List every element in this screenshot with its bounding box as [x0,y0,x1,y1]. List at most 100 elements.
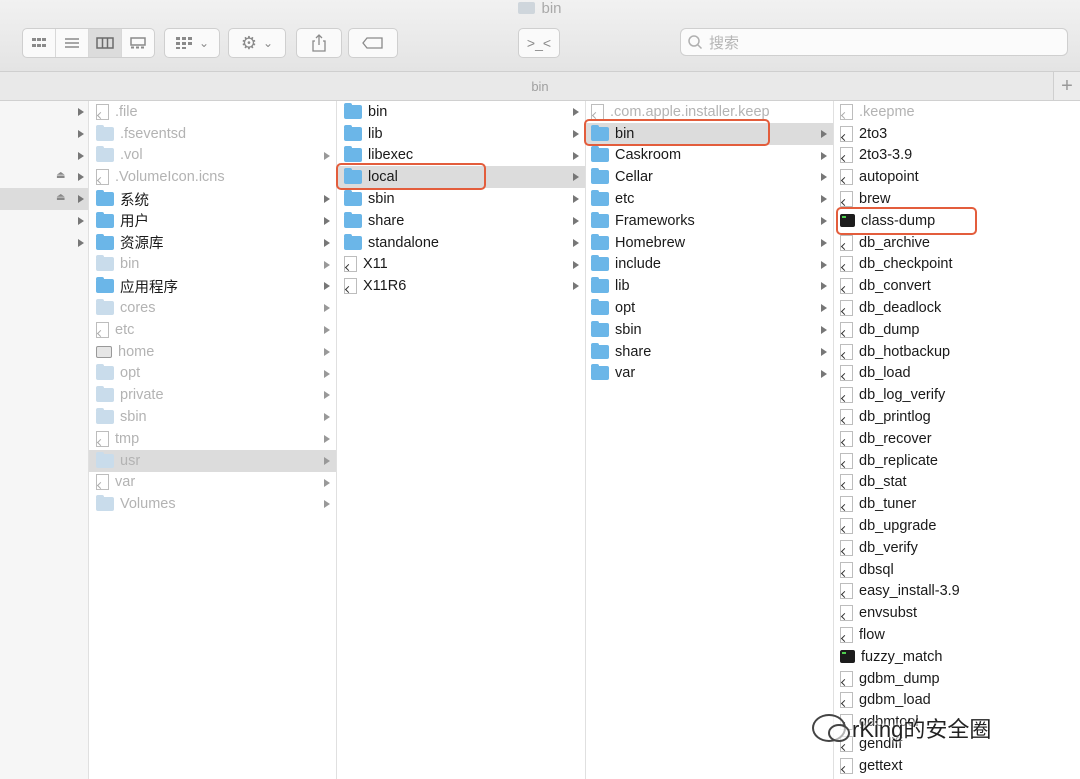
list-item[interactable]: X11 [337,254,585,276]
list-item[interactable]: .file [89,101,336,123]
search-field[interactable]: 搜索 [680,28,1068,56]
list-item[interactable]: db_log_verify [834,384,1080,406]
list-item[interactable]: var [586,363,833,385]
list-item[interactable]: Homebrew [586,232,833,254]
list-item[interactable]: var [89,472,336,494]
list-item[interactable]: gdbm_dump [834,668,1080,690]
list-item[interactable]: db_stat [834,472,1080,494]
column-view-icon[interactable] [89,29,122,57]
list-item[interactable]: db_upgrade [834,515,1080,537]
list-item[interactable]: libexec [337,145,585,167]
list-item[interactable]: sbin [586,319,833,341]
list-item[interactable]: Volumes [89,493,336,515]
disclosure-arrow-icon [78,217,84,225]
list-item[interactable]: db_archive [834,232,1080,254]
list-item[interactable]: flow [834,624,1080,646]
list-item[interactable]: db_replicate [834,450,1080,472]
list-item[interactable]: 系统 [89,188,336,210]
list-item[interactable]: easy_install-3.9 [834,581,1080,603]
list-item[interactable]: Frameworks [586,210,833,232]
eject-icon[interactable]: ⏏ [56,193,66,203]
list-item[interactable]: 2to3-3.9 [834,145,1080,167]
list-item[interactable]: autopoint [834,166,1080,188]
disclosure-arrow-icon [324,151,330,160]
list-item[interactable]: .keepme [834,101,1080,123]
alias-file-icon [96,321,109,338]
list-item[interactable]: tmp [89,428,336,450]
list-item[interactable]: db_convert [834,275,1080,297]
list-item[interactable]: db_recover [834,428,1080,450]
list-item[interactable]: bin [337,101,585,123]
share-button[interactable] [296,28,342,58]
list-item[interactable]: .vol [89,145,336,167]
list-item[interactable]: X11R6 [337,275,585,297]
sidebar-row[interactable] [0,145,88,167]
list-view-icon[interactable] [56,29,89,57]
disclosure-arrow-icon [324,478,330,487]
list-item[interactable]: share [586,341,833,363]
list-item[interactable]: db_load [834,363,1080,385]
disclosure-arrow-icon [821,216,827,225]
list-item[interactable]: home [89,341,336,363]
action-button[interactable]: ⚙ ⌄ [228,28,286,58]
list-item[interactable]: 2to3 [834,123,1080,145]
sidebar-row[interactable] [0,232,88,254]
list-item[interactable]: db_dump [834,319,1080,341]
list-item[interactable]: db_verify [834,537,1080,559]
sidebar-row[interactable] [0,101,88,123]
list-item[interactable]: db_printlog [834,406,1080,428]
list-item[interactable]: private [89,384,336,406]
list-item[interactable]: sbin [337,188,585,210]
list-item[interactable]: include [586,254,833,276]
list-item[interactable]: share [337,210,585,232]
sidebar-row[interactable]: ⏏ [0,166,88,188]
list-item[interactable]: db_hotbackup [834,341,1080,363]
disclosure-arrow-icon [324,369,330,378]
group-button[interactable]: ⌄ [164,28,220,58]
eject-icon[interactable]: ⏏ [56,171,66,181]
list-item[interactable]: 应用程序 [89,275,336,297]
sidebar-row[interactable] [0,123,88,145]
list-item[interactable]: db_tuner [834,493,1080,515]
sidebar-row[interactable]: ⏏ [0,188,88,210]
item-label: db_verify [859,539,918,556]
list-item[interactable]: lib [586,275,833,297]
icon-view-icon[interactable] [23,29,56,57]
list-item[interactable]: etc [586,188,833,210]
item-label: 2to3-3.9 [859,147,913,164]
list-item[interactable]: opt [89,363,336,385]
list-item[interactable]: brew [834,188,1080,210]
list-item[interactable]: db_checkpoint [834,254,1080,276]
list-item[interactable]: bin [586,122,833,145]
gallery-view-icon[interactable] [122,29,154,57]
list-item[interactable]: cores [89,297,336,319]
list-item[interactable]: dbsql [834,559,1080,581]
list-item[interactable]: fuzzy_match [834,646,1080,668]
list-item[interactable]: .com.apple.installer.keep [586,101,833,123]
list-item[interactable]: lib [337,123,585,145]
list-item[interactable]: usr [89,449,336,472]
list-item[interactable]: gettext [834,755,1080,777]
column-root: .file .fseventsd .vol .VolumeIcon.icns 系统 用户资… [89,101,337,779]
list-item[interactable]: local [337,166,585,189]
list-item[interactable]: class-dump [834,210,1080,232]
terminal-button[interactable]: >_< [518,28,560,58]
list-item[interactable]: Caskroom [586,145,833,167]
list-item[interactable]: Cellar [586,166,833,188]
list-item[interactable]: .fseventsd [89,123,336,145]
list-item[interactable]: .VolumeIcon.icns [89,166,336,188]
tag-button[interactable] [348,28,398,58]
add-tab-button[interactable]: + [1053,72,1080,100]
sidebar-row[interactable] [0,210,88,232]
list-item[interactable]: 资源库 [89,232,336,254]
list-item[interactable]: etc [89,319,336,341]
list-item[interactable]: bin [89,254,336,276]
list-item[interactable]: envsubst [834,602,1080,624]
list-item[interactable]: db_deadlock [834,297,1080,319]
list-item[interactable]: gdbm_load [834,690,1080,712]
list-item[interactable]: 用户 [89,210,336,232]
list-item[interactable]: standalone [337,232,585,254]
list-item[interactable]: opt [586,297,833,319]
list-item[interactable]: sbin [89,406,336,428]
item-label: sbin [120,409,147,426]
